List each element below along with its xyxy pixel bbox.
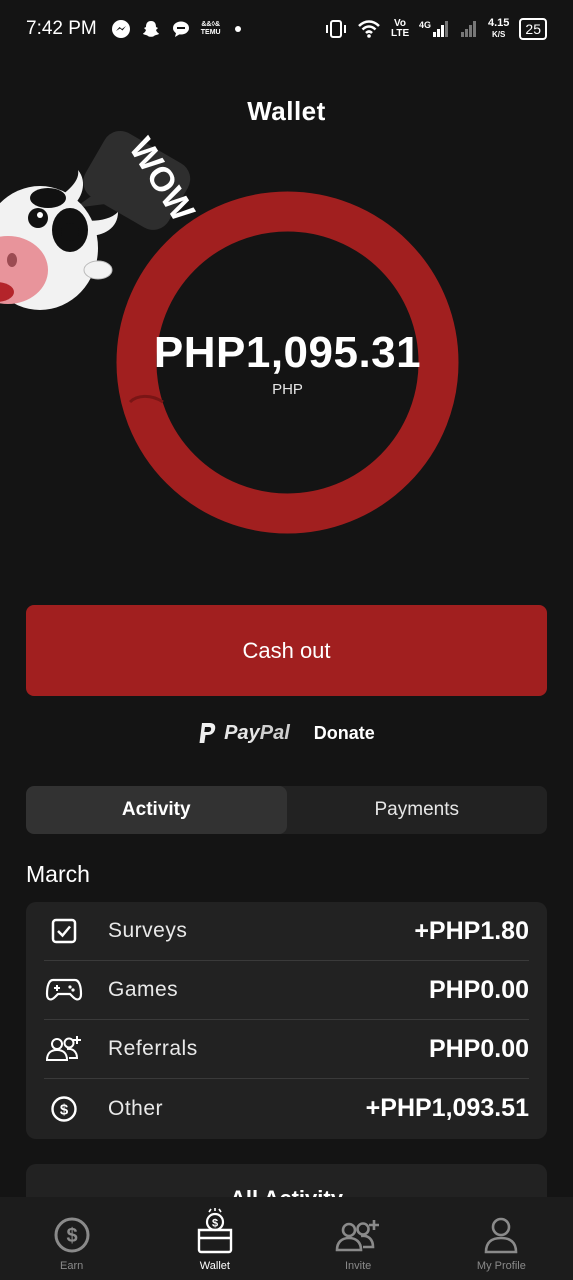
nav-earn[interactable]: $ Earn — [0, 1197, 143, 1280]
activity-row-other[interactable]: $ Other +PHP1,093.51 — [44, 1079, 529, 1138]
network-label: 4G — [418, 20, 431, 30]
referrals-icon — [44, 1029, 84, 1069]
chat-icon — [171, 19, 191, 39]
svg-text:$: $ — [212, 1218, 218, 1230]
nav-my-profile[interactable]: My Profile — [430, 1197, 573, 1280]
temu-icon: &&◊& TEMU — [200, 21, 221, 36]
balance-amount: PHP1,095.31 — [153, 328, 422, 377]
activity-label: Other — [108, 1096, 164, 1120]
dot-icon — [231, 22, 245, 36]
nav-invite[interactable]: Invite — [287, 1197, 430, 1280]
paypal-icon — [199, 723, 216, 743]
net-speed: 4.15 K/S — [488, 17, 510, 40]
messenger-icon — [111, 19, 131, 39]
dollar-circle-icon: $ — [44, 1089, 84, 1129]
cashout-button[interactable]: Cash out — [26, 605, 547, 696]
volte-label: Vo LTE — [390, 18, 410, 39]
signal-2-icon — [460, 20, 478, 38]
activity-value: +PHP1.80 — [414, 916, 529, 945]
activity-label: Games — [108, 978, 179, 1001]
activity-value: PHP0.00 — [428, 975, 529, 1004]
snapchat-icon — [141, 19, 161, 39]
nav-wallet[interactable]: $ Wallet — [143, 1197, 286, 1280]
svg-text:$: $ — [66, 1225, 77, 1247]
activity-row-surveys[interactable]: Surveys +PHP1.80 — [44, 902, 529, 961]
wallet-icon: $ — [197, 1208, 233, 1254]
status-time: 7:42 PM — [26, 18, 97, 39]
activity-row-games[interactable]: Games PHP0.00 — [44, 961, 529, 1020]
battery-indicator: 25 — [519, 18, 547, 40]
month-heading: March — [26, 861, 90, 887]
svg-text:$: $ — [60, 1101, 69, 1118]
donate-label: Donate — [313, 722, 375, 743]
balance-currency: PHP — [272, 381, 303, 398]
activity-row-referrals[interactable]: Referrals PHP0.00 — [44, 1020, 529, 1079]
paypal-logo: Pay Pal — [198, 722, 290, 745]
tab-payments[interactable]: Payments — [287, 786, 548, 834]
activity-tabs: Activity Payments — [26, 786, 547, 834]
dollar-circle-icon: $ — [54, 1217, 90, 1253]
activity-label: Referrals — [108, 1037, 198, 1060]
paypal-donate-button[interactable]: Pay Pal Donate — [0, 716, 573, 750]
tab-activity[interactable]: Activity — [26, 786, 287, 834]
signal-icon: 4G — [419, 20, 450, 38]
activity-value: +PHP1,093.51 — [365, 1094, 529, 1122]
wifi-icon — [357, 19, 381, 39]
bottom-nav: $ Earn $ Wallet Invite My Profile — [0, 1197, 573, 1280]
nav-label: Wallet — [199, 1260, 230, 1272]
activity-label: Surveys — [108, 919, 188, 942]
cow-mascot: WOW — [0, 120, 210, 320]
status-bar: 7:42 PM &&◊& TEMU Vo LTE 4G 4.15 K/S 25 — [0, 0, 573, 58]
nav-label: Invite — [344, 1260, 372, 1272]
invite-icon — [335, 1220, 380, 1252]
paypal-pal: Pal — [259, 721, 290, 744]
person-icon — [485, 1217, 518, 1254]
nav-label: My Profile — [476, 1260, 526, 1272]
nav-label: Earn — [60, 1260, 84, 1272]
vibrate-icon — [325, 19, 347, 39]
activity-summary-card: Surveys +PHP1.80 Games PHP0.00 Referrals… — [26, 902, 547, 1139]
activity-value: PHP0.00 — [428, 1034, 529, 1063]
checkbox-icon — [44, 911, 84, 951]
gamepad-icon — [44, 970, 84, 1010]
paypal-pay: Pay — [224, 721, 260, 744]
